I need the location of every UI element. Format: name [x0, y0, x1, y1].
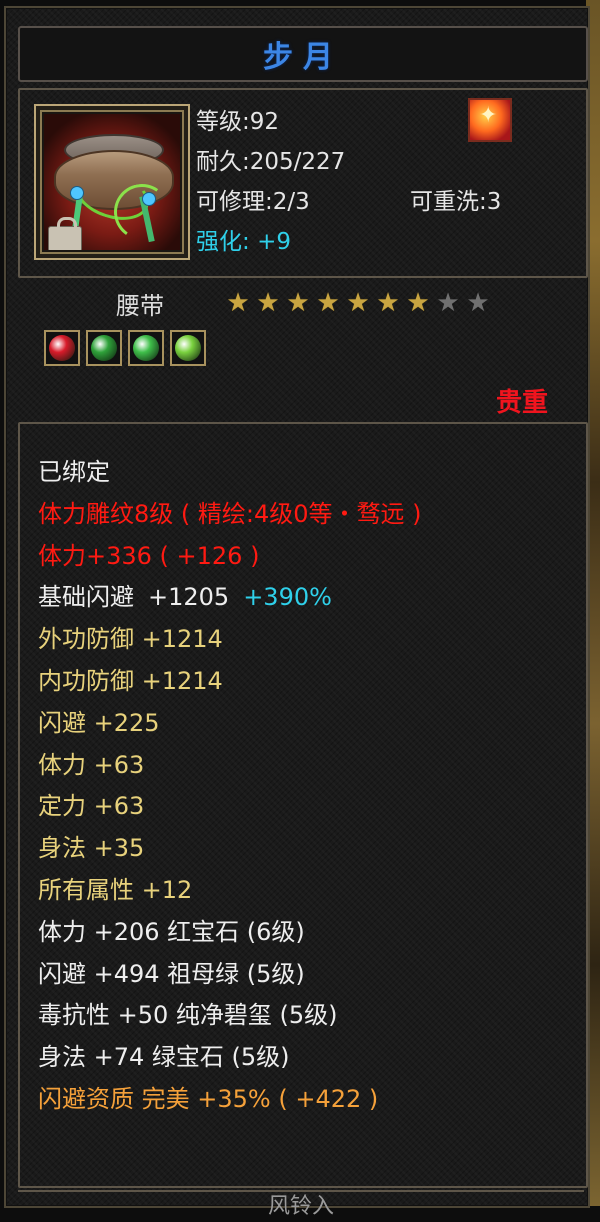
- star-rating: ★ ★ ★ ★ ★ ★ ★ ★ ★: [224, 290, 492, 316]
- rewash-value: :3: [479, 189, 502, 215]
- item-header-panel: 等级:92 耐久:205/227 可修理:2/3 可重洗:3 强化: +9: [18, 88, 588, 278]
- star-icon: ★: [376, 288, 400, 318]
- ruby-gem-icon: [49, 335, 75, 361]
- rewash-label: 可重洗: [410, 189, 479, 215]
- attribute-line: 闪避 +494 祖母绿 (5级): [38, 959, 305, 988]
- star-icon: ★: [406, 288, 430, 318]
- item-name: 步月: [263, 40, 343, 75]
- repair-label: 可修理: [196, 189, 265, 215]
- attribute-line: 定力 +63: [38, 792, 145, 821]
- enhance-label: 强化:: [196, 229, 250, 255]
- repair-stat: 可修理:2/3: [196, 182, 310, 216]
- attribute-bonus: +390%: [243, 583, 332, 612]
- durability-stat: 耐久:205/227: [196, 142, 345, 176]
- attribute-line: 身法 +35: [38, 834, 145, 863]
- attribute-line: 毒抗性 +50 纯净碧玺 (5级): [38, 1001, 338, 1030]
- star-icon: ★: [226, 288, 250, 318]
- attribute-line: 闪避资质 完美 +35% ( +422 ): [38, 1085, 379, 1113]
- flame-badge-icon: [468, 98, 512, 142]
- star-icon: ★: [256, 288, 280, 318]
- bound-lock-icon: [48, 217, 82, 250]
- belt-icon: [44, 114, 180, 250]
- item-type: 腰带: [116, 292, 164, 320]
- attributes-panel: 已绑定体力雕纹8级 ( 精绘:4级0等・骛远 ) 体力+336 ( +126 ) 基…: [18, 422, 588, 1188]
- attribute-line: 内功防御 +1214: [38, 667, 223, 695]
- attribute-line: 体力雕纹8级 ( 精绘:4级0等・骛远 ): [38, 499, 422, 528]
- star-icon: ★: [286, 288, 310, 318]
- attribute-value: +1205: [148, 583, 230, 612]
- green-gem-icon: [175, 335, 201, 361]
- level-value: :92: [242, 109, 280, 135]
- durability-value: :205/227: [242, 149, 346, 175]
- gem-slot[interactable]: [86, 330, 122, 366]
- attribute-name: 基础闪避: [38, 583, 134, 612]
- star-icon: ★: [316, 288, 340, 318]
- attribute-line: 已绑定: [38, 458, 110, 486]
- attribute-line: 基础闪避 +1205 +390%: [38, 577, 332, 612]
- attribute-line: 体力 +206 红宝石 (6级): [38, 917, 305, 946]
- emerald-gem-icon: [91, 335, 117, 361]
- attribute-line: 闪避 +225: [38, 708, 160, 737]
- attribute-line: 身法 +74 绿宝石 (5级): [38, 1043, 290, 1072]
- star-icon: ★: [466, 288, 490, 318]
- level-label: 等级: [196, 109, 242, 135]
- footer-text: 风铃入: [18, 1190, 584, 1222]
- star-icon: ★: [346, 288, 370, 318]
- gem-slot[interactable]: [128, 330, 164, 366]
- attribute-line: 外功防御 +1214: [38, 625, 223, 654]
- rarity-label: 贵重: [495, 388, 548, 418]
- attribute-line: 体力+336 ( +126 ): [38, 541, 260, 570]
- gem-slot[interactable]: [44, 330, 80, 366]
- attribute-line: 体力 +63: [38, 750, 145, 779]
- star-icon: ★: [436, 288, 460, 318]
- durability-label: 耐久: [196, 149, 242, 175]
- enhance-value: +9: [257, 229, 291, 255]
- repair-value: :2/3: [265, 189, 310, 215]
- level-stat: 等级:92: [196, 102, 279, 136]
- jade-gem-icon: [133, 335, 159, 361]
- attribute-line: 所有属性 +12: [38, 876, 193, 904]
- gem-slots: [44, 330, 206, 366]
- item-tooltip: 步月 等级:92 耐久:205/227 可修理:2/3 可重洗:3 强化: +9…: [4, 6, 590, 1219]
- item-icon-frame: [34, 104, 190, 260]
- enhance-stat: 强化: +9: [196, 222, 291, 256]
- rewash-stat: 可重洗:3: [410, 182, 501, 216]
- item-title-bar: 步月: [18, 26, 588, 82]
- gem-slot[interactable]: [170, 330, 206, 366]
